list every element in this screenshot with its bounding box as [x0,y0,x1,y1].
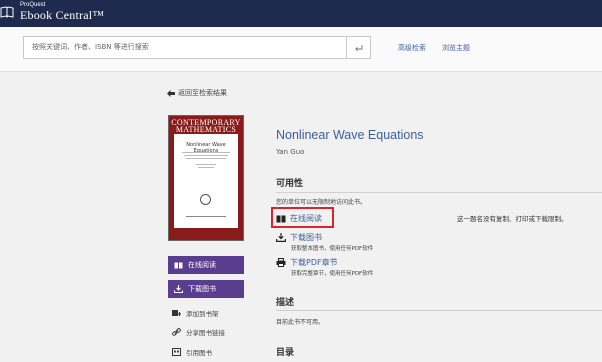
advanced-search-link[interactable]: 高级检索 [398,43,426,53]
back-label: 返回至检索结果 [178,89,227,97]
brand-ebook-central[interactable]: Ebook Central™ [20,8,104,23]
access-note: 您的单位可以无限制地访问此书。 [276,199,367,206]
download-book-button-label: 下载图书 [188,285,216,293]
enter-arrow-icon [354,44,362,51]
no-restriction-note: 这一题名没有复制、打印或下载限制。 [457,215,568,223]
browse-subjects-link[interactable]: 浏览主题 [442,43,470,53]
download-book-link-label: 下载图书 [290,233,322,242]
book-cover: CONTEMPORARY MATHEMATICS Nonlinear Wave … [168,115,244,241]
cover-series-line2: MATHEMATICS [175,125,237,134]
download-book-button[interactable]: 下载图书 [168,280,244,298]
share-link[interactable]: 分享图书链接 [172,327,225,337]
read-online-link[interactable]: 在线阅读 [276,213,322,224]
toc-heading: 目录 [276,348,295,358]
add-to-shelf-label: 添加到书架 [186,310,219,318]
book-author[interactable]: Yan Guo [276,148,304,156]
cover-text-line [186,216,226,217]
link-icon [172,328,181,336]
description-text: 目前此书不可用。 [276,319,325,326]
cite-label: 引用图书 [186,349,212,357]
cover-series: CONTEMPORARY MATHEMATICS [169,119,243,134]
read-online-button-label: 在线阅读 [188,261,216,269]
download-chapter-link-label: 下载PDF章节 [290,258,338,267]
cover-text-line [184,155,228,156]
cover-text-line [196,164,216,165]
open-book-icon [174,262,183,268]
open-book-icon [276,215,286,222]
cite-book-link[interactable]: 引用图书 [172,347,212,357]
cover-text-line [186,158,226,159]
book-logo-icon [0,6,14,18]
description-heading: 描述 [276,298,295,308]
read-online-link-label: 在线阅读 [290,214,322,223]
download-icon [276,233,286,242]
back-to-results-link[interactable]: 返回至检索结果 [167,88,227,98]
cover-text-line [198,167,214,168]
cover-text-line [182,152,230,153]
download-book-link[interactable]: 下载图书 [276,232,322,243]
quote-icon [172,348,181,356]
divider [276,310,602,311]
publisher-seal-icon [200,194,211,205]
download-book-note: 获取整本图书，使用任何PDF软件 [291,246,374,252]
share-label: 分享图书链接 [186,329,225,337]
add-to-shelf-link[interactable]: 添加到书架 [172,308,219,318]
printer-icon [276,258,286,267]
arrow-left-icon [167,89,175,97]
read-online-button[interactable]: 在线阅读 [168,256,244,274]
download-icon [174,285,183,293]
download-chapter-link[interactable]: 下载PDF章节 [276,257,338,268]
book-title: Nonlinear Wave Equations [276,128,424,142]
search-input[interactable]: 按照关键词、作者、ISBN 等进行搜索 [23,36,347,59]
search-bar: 按照关键词、作者、ISBN 等进行搜索 高级检索 浏览主题 [0,27,602,72]
download-chapter-note: 获取完整章节，使用任何PDF软件 [291,271,374,277]
add-to-shelf-icon [172,310,181,316]
cover-inner-panel: Nonlinear Wave Equations [174,134,238,228]
top-bar: ProQuest Ebook Central™ [0,0,602,27]
search-submit-button[interactable] [346,36,371,59]
divider [276,192,602,193]
availability-heading: 可用性 [276,179,304,189]
